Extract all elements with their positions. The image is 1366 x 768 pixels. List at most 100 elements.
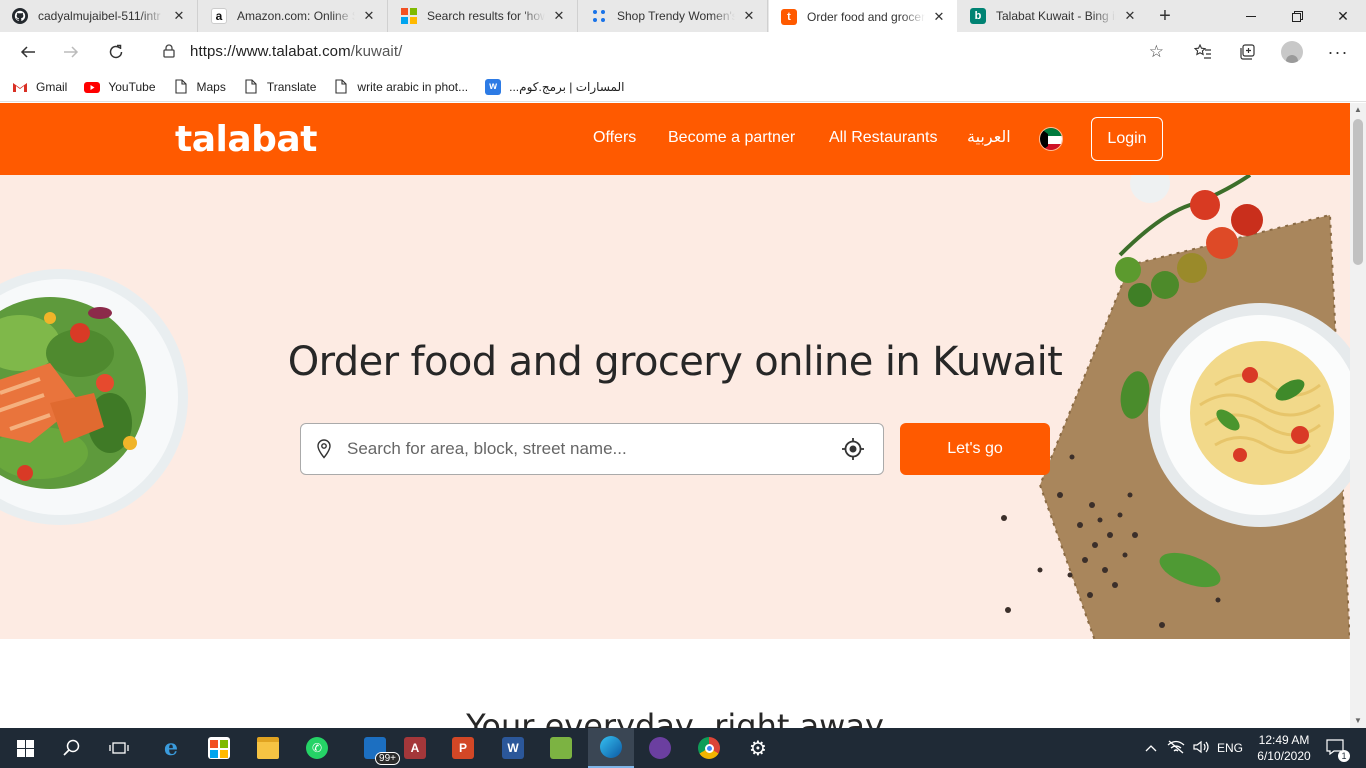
access-icon: A	[404, 737, 426, 759]
url-host: https://www.talabat.com	[190, 42, 351, 60]
tab-bing[interactable]: b Talabat Kuwait - Bing in ✕	[958, 0, 1148, 32]
taskbar-photos[interactable]	[538, 728, 584, 768]
favorite-star-icon[interactable]: ☆	[1149, 42, 1164, 62]
taskbar-word[interactable]: W	[490, 728, 536, 768]
collections-icon[interactable]	[1233, 38, 1261, 66]
talabat-logo[interactable]: talabat	[175, 119, 317, 160]
location-search-box[interactable]	[300, 423, 884, 475]
taskbar-edge[interactable]	[588, 728, 634, 768]
taskbar-access[interactable]: A	[392, 728, 438, 768]
tab-github[interactable]: cadyalmujaibel-511/intr ✕	[0, 0, 198, 32]
edge-icon	[600, 736, 622, 758]
tab-shop[interactable]: Shop Trendy Women's ✕	[579, 0, 768, 32]
start-button[interactable]	[2, 728, 48, 768]
taskbar-whatsapp[interactable]: ✆	[294, 728, 340, 768]
bookmark-translate[interactable]: Translate	[243, 79, 317, 95]
scroll-down-arrow-icon[interactable]: ▼	[1350, 714, 1366, 728]
bookmarks-bar: Gmail YouTube Maps Translate write arabi…	[0, 72, 1366, 102]
bookmark-arabic[interactable]: write arabic in phot...	[333, 79, 468, 95]
bookmark-label: Translate	[266, 79, 317, 94]
taskbar-chrome[interactable]	[686, 728, 732, 768]
talabat-icon: t	[781, 8, 797, 25]
profile-avatar-icon[interactable]	[1278, 38, 1306, 66]
restore-icon	[1291, 10, 1303, 22]
language-indicator[interactable]: ENG	[1217, 741, 1243, 755]
close-icon[interactable]: ✕	[931, 9, 947, 25]
chrome-icon	[698, 737, 720, 759]
cat-app-icon	[649, 737, 671, 759]
search-button[interactable]	[49, 728, 95, 768]
page-scrollbar[interactable]: ▲ ▼	[1350, 103, 1366, 728]
address-bar[interactable]: https://www.talabat.com/kuwait/ ☆	[146, 36, 1176, 66]
page-icon	[333, 79, 349, 95]
bing-icon: b	[970, 8, 986, 24]
word-icon: W	[502, 737, 524, 759]
back-button[interactable]	[14, 38, 42, 66]
taskbar-settings[interactable]: ⚙	[735, 728, 781, 768]
github-icon	[12, 8, 28, 24]
close-icon[interactable]: ✕	[361, 8, 377, 24]
barmej-icon: w	[485, 78, 502, 95]
kuwait-flag-icon[interactable]	[1039, 127, 1063, 151]
nav-offers[interactable]: Offers	[593, 129, 636, 147]
youtube-icon	[84, 79, 101, 95]
back-arrow-icon	[20, 46, 35, 58]
restore-button[interactable]	[1274, 0, 1320, 32]
refresh-button[interactable]	[102, 38, 130, 66]
search-icon	[63, 739, 80, 756]
tab-amazon[interactable]: a Amazon.com: Online Sh ✕	[199, 0, 388, 32]
bookmark-label: YouTube	[108, 79, 156, 94]
tab-strip: cadyalmujaibel-511/intr ✕ a Amazon.com: …	[0, 0, 1366, 33]
nav-become-partner[interactable]: Become a partner	[668, 129, 795, 147]
nav-all-restaurants[interactable]: All Restaurants	[829, 129, 938, 147]
forward-button[interactable]	[57, 38, 85, 66]
hero-title: Order food and grocery online in Kuwait	[287, 339, 1063, 385]
nav-arabic[interactable]: العربية	[967, 127, 1011, 147]
close-icon[interactable]: ✕	[551, 8, 567, 24]
scroll-up-arrow-icon[interactable]: ▲	[1350, 103, 1366, 117]
tab-microsoft[interactable]: Search results for 'how ✕	[389, 0, 578, 32]
scrollbar-thumb[interactable]	[1353, 119, 1363, 265]
tab-talabat[interactable]: t Order food and grocery ✕	[769, 0, 957, 33]
close-icon[interactable]: ✕	[1122, 8, 1138, 24]
bookmark-barmej[interactable]: w المسارات | برمج.كوم...	[485, 78, 624, 95]
gmail-icon	[12, 79, 28, 95]
notifications-button[interactable]: 1	[1326, 728, 1350, 768]
task-view-icon	[109, 742, 129, 754]
login-button[interactable]: Login	[1091, 117, 1163, 161]
more-options-icon[interactable]: ···	[1324, 38, 1352, 66]
bookmark-youtube[interactable]: YouTube	[84, 79, 156, 95]
volume-icon[interactable]	[1193, 740, 1209, 757]
section-title: Your everyday, right away	[466, 707, 884, 728]
favorites-icon[interactable]	[1189, 38, 1217, 66]
clock-date: 6/10/2020	[1257, 749, 1311, 763]
bookmark-label: Gmail	[36, 79, 68, 94]
chevron-up-icon[interactable]	[1145, 741, 1157, 755]
tab-title: cadyalmujaibel-511/intr	[38, 9, 161, 23]
close-icon[interactable]: ✕	[741, 8, 757, 24]
network-icon[interactable]	[1167, 740, 1185, 757]
close-icon[interactable]: ✕	[171, 8, 187, 24]
new-tab-button[interactable]: +	[1152, 3, 1178, 29]
locate-me-icon[interactable]	[839, 437, 867, 461]
bookmark-maps[interactable]: Maps	[173, 79, 226, 95]
taskbar-powerpoint[interactable]: P	[440, 728, 486, 768]
salad-plate-image	[0, 269, 188, 525]
close-window-button[interactable]: ✕	[1320, 0, 1366, 32]
gear-icon: ⚙	[749, 737, 767, 760]
location-search-input[interactable]	[347, 439, 839, 459]
microsoft-icon	[401, 8, 417, 24]
minimize-button[interactable]	[1228, 0, 1274, 32]
bookmark-gmail[interactable]: Gmail	[12, 79, 67, 95]
notification-count: 1	[1338, 749, 1350, 762]
lets-go-button[interactable]: Let's go	[900, 423, 1050, 475]
refresh-icon	[109, 44, 123, 59]
folder-icon	[257, 737, 279, 759]
taskbar-file-explorer[interactable]	[245, 728, 291, 768]
taskbar-app-cat[interactable]	[637, 728, 683, 768]
clock[interactable]: 12:49 AM 6/10/2020	[1252, 732, 1316, 764]
taskbar-store[interactable]	[196, 728, 242, 768]
forward-arrow-icon	[64, 46, 79, 58]
task-view-button[interactable]	[96, 728, 142, 768]
taskbar-edge-legacy[interactable]: e	[148, 728, 194, 768]
